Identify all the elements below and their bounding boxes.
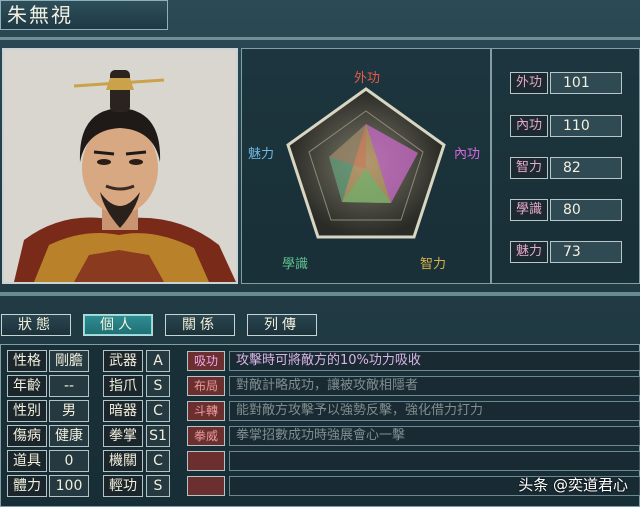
tab-personal[interactable]: 個人 (83, 314, 153, 336)
weapon-rank: S (146, 375, 170, 397)
skill-slot-empty[interactable] (187, 451, 225, 471)
stat-label: 學識 (510, 199, 548, 221)
skill-slot-empty[interactable] (187, 476, 225, 496)
info-label: 體力 (7, 475, 47, 497)
skill-description: 攻擊時可將敵方的10%功力吸收 (229, 351, 640, 371)
stat-row-inner-kungfu: 內功 110 (510, 115, 622, 137)
tab-relations[interactable]: 關係 (165, 314, 235, 336)
weapon-rank: C (146, 400, 170, 422)
stat-row-intelligence: 智力 82 (510, 157, 622, 179)
radar-label-0: 外功 (354, 71, 381, 86)
info-label: 性別 (7, 400, 47, 422)
divider-top (0, 37, 640, 40)
stat-label: 內功 (510, 115, 548, 137)
info-label: 性格 (7, 350, 47, 372)
weapon-slot: 輕功 (103, 475, 143, 497)
radar-label-3: 學識 (282, 257, 309, 272)
radar-label-1: 內功 (454, 147, 481, 162)
skill-description: 拳掌招數成功時強展會心一擊 (229, 426, 640, 446)
weapon-rank: C (146, 450, 170, 472)
weapon-slot: 拳掌 (103, 425, 143, 447)
info-value: 100 (49, 475, 89, 497)
info-value: 剛膽 (49, 350, 89, 372)
stat-row-charm: 魅力 73 (510, 241, 622, 263)
radar-label-2: 智力 (420, 257, 447, 272)
weapon-rank: S1 (146, 425, 170, 447)
watermark: 头条 @奕道君心 (518, 476, 628, 494)
character-portrait (2, 48, 238, 284)
stat-row-outer-kungfu: 外功 101 (510, 72, 622, 94)
weapon-slot: 指爪 (103, 375, 143, 397)
skill-description: 能對敵方攻擊予以強勢反擊，強化借力打力 (229, 401, 640, 421)
tab-biography[interactable]: 列傳 (247, 314, 317, 336)
info-value: -- (49, 375, 89, 397)
stat-value: 82 (550, 157, 622, 179)
info-value: 0 (49, 450, 89, 472)
skill-name[interactable]: 斗轉 (187, 401, 225, 421)
weapon-slot: 機關 (103, 450, 143, 472)
character-name: 朱無視 (0, 0, 168, 30)
tab-status[interactable]: 狀態 (1, 314, 71, 336)
weapon-rank: A (146, 350, 170, 372)
info-value: 健康 (49, 425, 89, 447)
stat-label: 外功 (510, 72, 548, 94)
skill-description (229, 451, 640, 471)
stat-value: 80 (550, 199, 622, 221)
portrait-image (4, 50, 236, 282)
radar-panel: 外功 內功 智力 學識 魅力 (241, 48, 491, 284)
stat-value: 110 (550, 115, 622, 137)
skill-name[interactable]: 布局 (187, 376, 225, 396)
stat-label: 智力 (510, 157, 548, 179)
stat-row-knowledge: 學識 80 (510, 199, 622, 221)
weapon-rank: S (146, 475, 170, 497)
skill-description: 對敵計略成功，讓被攻敵相隱者 (229, 376, 640, 396)
divider-middle (0, 292, 640, 296)
info-label: 傷病 (7, 425, 47, 447)
skill-name[interactable]: 吸功 (187, 351, 225, 371)
info-value: 男 (49, 400, 89, 422)
stat-value: 101 (550, 72, 622, 94)
info-label: 年齡 (7, 375, 47, 397)
skill-name[interactable]: 拳威 (187, 426, 225, 446)
weapon-slot: 暗器 (103, 400, 143, 422)
info-label: 道具 (7, 450, 47, 472)
weapon-slot: 武器 (103, 350, 143, 372)
stat-value: 73 (550, 241, 622, 263)
stat-label: 魅力 (510, 241, 548, 263)
radar-label-4: 魅力 (248, 147, 275, 162)
